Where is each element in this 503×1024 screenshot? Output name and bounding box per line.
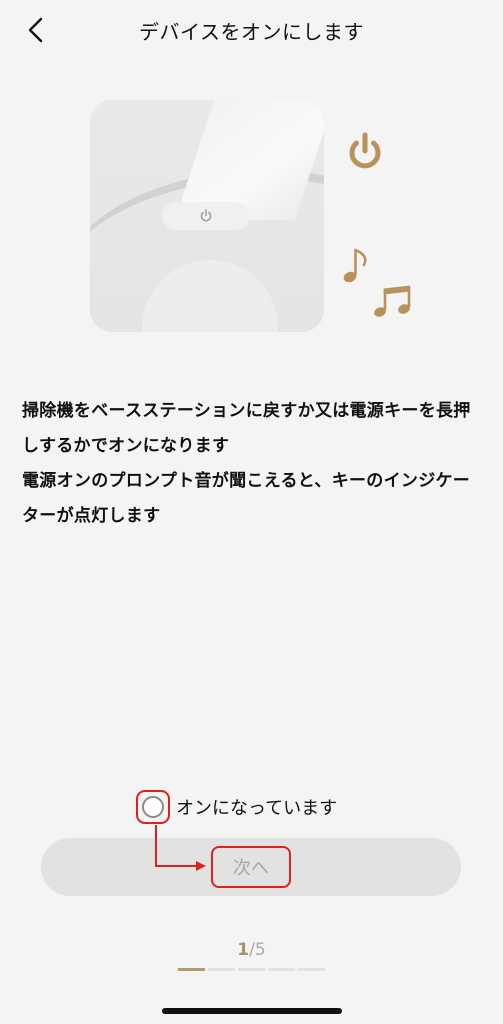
instruction-line-2: 電源オンのプロンプト音が聞こえると、キーのインジケーターが点灯します [22, 471, 471, 526]
double-music-note [372, 284, 414, 320]
device-illustration [90, 100, 324, 332]
page-title: デバイスをオンにします [139, 20, 364, 44]
total-steps: 5 [254, 940, 266, 960]
double-music-note-icon [374, 285, 411, 317]
step-progress-bar [178, 968, 325, 971]
current-step: 1 [237, 940, 250, 960]
music-note-icon [343, 248, 367, 283]
power-icon [349, 132, 381, 169]
power-icon [200, 209, 212, 222]
header: デバイスをオンにします [0, 0, 503, 60]
instruction-line-1: 掃除機をベースステーションに戻すか又は電源キーを長押しするかでオンになります [22, 401, 471, 456]
powered-on-label: オンになっています [176, 798, 338, 819]
next-button-label: 次へ [233, 858, 269, 879]
device-power-button [162, 202, 250, 230]
progress-segment [298, 968, 325, 971]
annotation-highlight-box: 次へ [211, 846, 291, 888]
music-note [342, 246, 370, 286]
power-accent [346, 132, 384, 172]
next-button[interactable]: 次へ [41, 838, 461, 896]
step-indicator: 1/5 [0, 940, 503, 960]
home-indicator[interactable] [162, 1008, 342, 1014]
powered-on-radio[interactable] [142, 796, 164, 818]
progress-segment [178, 968, 205, 971]
instruction-text: 掃除機をベースステーションに戻すか又は電源キーを長押しするかでオンになります 電… [22, 394, 481, 534]
powered-on-checkbox-row[interactable]: オンになっています [136, 790, 338, 824]
progress-segment [208, 968, 235, 971]
progress-segment [238, 968, 265, 971]
annotation-highlight-box [136, 790, 170, 824]
progress-segment [268, 968, 295, 971]
